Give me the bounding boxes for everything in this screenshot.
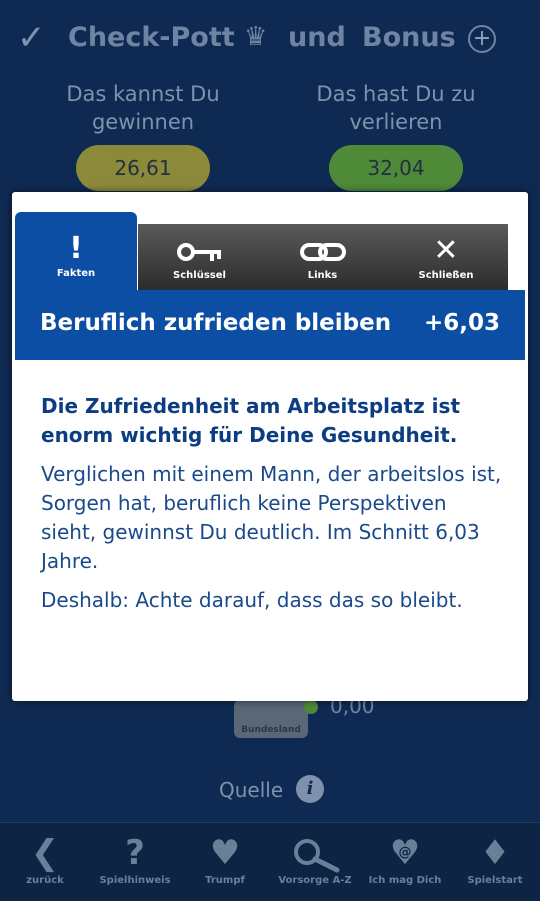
tab-label: Schließen [418, 270, 474, 281]
nav-back[interactable]: ❮ zurück [0, 823, 90, 901]
back-arrow-icon: ❮ [30, 833, 60, 873]
tab-schluessel[interactable]: Schlüssel [138, 224, 261, 290]
fact-value: +6,03 [423, 310, 500, 336]
nav-spielhinweis[interactable]: ? Spielhinweis [90, 823, 180, 901]
win-value-pill: 26,61 [76, 145, 210, 191]
status-dot [304, 700, 318, 714]
nav-label: Ich mag Dich [368, 875, 442, 886]
link-icon [261, 236, 384, 266]
bundesland-label: Bundesland [241, 725, 301, 735]
fact-paragraph: Verglichen mit einem Mann, der arbeitslo… [41, 462, 502, 573]
nav-ich-mag-dich[interactable]: ♥ @ Ich mag Dich [360, 823, 450, 901]
tab-label: Links [307, 270, 338, 281]
info-icon[interactable]: i [296, 775, 324, 803]
key-icon [138, 236, 261, 266]
quelle-label: Quelle [219, 778, 284, 802]
heart-at-icon: ♥ @ [389, 833, 421, 873]
nav-spielstart[interactable]: ♦ Spielstart [450, 823, 540, 901]
bundesland-badge: Bundesland [234, 700, 308, 738]
title-und: und [288, 22, 346, 53]
nav-label: Spielhinweis [99, 875, 171, 886]
diamond-icon: ♦ [479, 833, 511, 873]
nav-trumpf[interactable]: ♥ Trumpf [180, 823, 270, 901]
fact-dialog: ! Fakten Schlüssel Links ✕ Schließen Ber… [12, 192, 528, 701]
heart-icon: ♥ [209, 833, 241, 873]
lose-label: Das hast Du zu verlieren [316, 82, 476, 134]
crown-icon: ♛ [244, 22, 268, 52]
tab-label: Schlüssel [173, 270, 226, 281]
tab-fakten[interactable]: ! Fakten [15, 212, 137, 290]
dialog-tabbar: ! Fakten Schlüssel Links ✕ Schließen [12, 212, 528, 290]
nav-label: zurück [26, 875, 64, 886]
app-title: Check-Pott [68, 22, 235, 53]
win-label: Das kannst Du gewinnen [66, 82, 220, 134]
nav-label: Trumpf [205, 875, 245, 886]
magnifier-icon [270, 831, 360, 875]
nav-vorsorge[interactable]: Vorsorge A-Z [270, 823, 360, 901]
close-icon: ✕ [433, 233, 459, 268]
tab-schliessen[interactable]: ✕ Schließen [384, 224, 508, 290]
fact-content: Die Zufriedenheit am Arbeitsplatz ist en… [41, 392, 503, 625]
question-icon: ? [125, 833, 145, 873]
add-bonus-icon[interactable]: + [468, 25, 496, 53]
exclamation-icon: ! [69, 231, 83, 266]
nav-label: Spielstart [467, 875, 523, 886]
fact-conclusion: Deshalb: Achte darauf, dass das so bleib… [41, 588, 463, 612]
checkmark-icon: ✓ [17, 18, 46, 58]
bonus-title: Bonus [362, 22, 456, 53]
background-screen: ✓ Check-Pott ♛ und Bonus + Das kannst Du… [0, 0, 540, 803]
fact-banner: Beruflich zufrieden bleiben +6,03 [15, 290, 525, 360]
fact-lead: Die Zufriedenheit am Arbeitsplatz ist en… [41, 394, 461, 447]
fact-title: Beruflich zufrieden bleiben [40, 310, 392, 336]
bottom-nav: ❮ zurück ? Spielhinweis ♥ Trumpf Vorsorg… [0, 822, 540, 901]
nav-label: Vorsorge A-Z [278, 875, 352, 886]
lose-value-pill: 32,04 [329, 145, 463, 191]
tab-links[interactable]: Links [261, 224, 384, 290]
tab-label: Fakten [56, 268, 96, 279]
